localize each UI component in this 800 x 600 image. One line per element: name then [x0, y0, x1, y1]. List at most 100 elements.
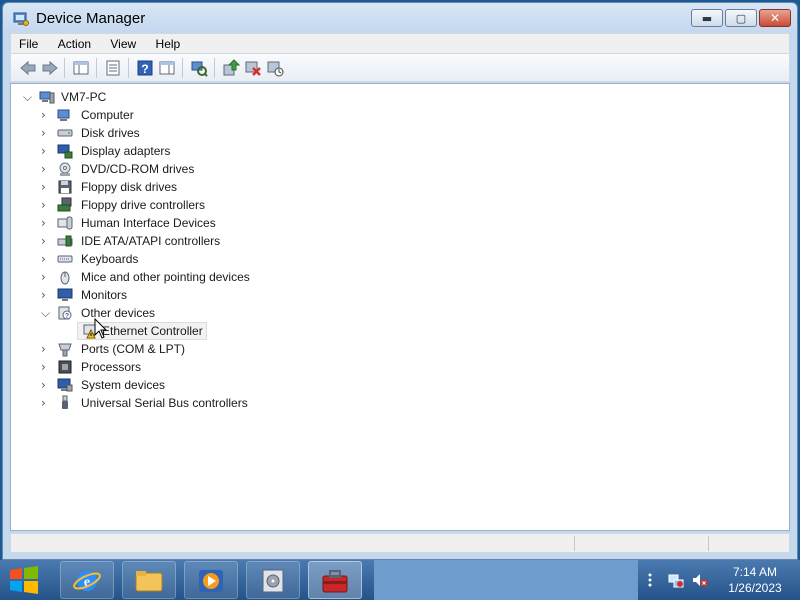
tree-item-label: Human Interface Devices — [81, 216, 216, 230]
properties-icon[interactable] — [104, 59, 122, 77]
tree-item[interactable]: › Ports (COM & LPT) — [41, 340, 441, 358]
forward-arrow-icon[interactable] — [41, 59, 59, 77]
expand-chevron-icon[interactable]: › — [41, 376, 53, 394]
taskbar-media-player[interactable] — [184, 561, 238, 599]
help-icon[interactable]: ? — [136, 59, 154, 77]
floppy-controller-icon — [57, 197, 72, 212]
update-driver-icon[interactable] — [222, 59, 240, 77]
taskbar-disk-utility[interactable] — [246, 561, 300, 599]
taskbar-internet-explorer[interactable]: e — [60, 561, 114, 599]
port-icon — [58, 343, 72, 357]
computer-icon — [39, 91, 55, 104]
expand-chevron-icon[interactable]: › — [41, 250, 53, 268]
expand-chevron-icon[interactable]: › — [41, 196, 53, 214]
show-hidden-icons-icon[interactable] — [646, 572, 654, 588]
expand-chevron-icon[interactable]: › — [41, 232, 53, 250]
expand-chevron-icon[interactable]: › — [41, 340, 53, 358]
scan-hardware-changes-icon[interactable] — [190, 59, 208, 77]
title-bar[interactable]: Device Manager ▬ ▢ ✕ — [3, 3, 797, 33]
tree-item[interactable]: › Keyboards — [41, 250, 441, 268]
device-manager-window: Device Manager ▬ ▢ ✕ File Action View He… — [2, 2, 798, 560]
clock[interactable]: 7:14 AM 1/26/2023 — [720, 564, 790, 596]
expand-chevron-icon[interactable]: › — [41, 124, 53, 142]
maximize-button[interactable]: ▢ — [725, 9, 757, 27]
expand-chevron-icon[interactable]: › — [41, 214, 53, 232]
device-manager-app-icon — [13, 12, 29, 26]
tree-item-label: Ethernet Controller — [102, 324, 203, 338]
system-tray: 7:14 AM 1/26/2023 — [640, 560, 800, 600]
tree-item[interactable]: › IDE ATA/ATAPI controllers — [41, 232, 441, 250]
processor-icon — [58, 360, 72, 374]
volume-muted-icon[interactable] — [692, 572, 708, 588]
toolbar: ? — [10, 54, 790, 82]
tree-item-label: System devices — [81, 378, 166, 392]
tree-item[interactable]: › Human Interface Devices — [41, 214, 441, 232]
disk-utility-icon — [262, 569, 284, 593]
menu-action[interactable]: Action — [50, 34, 99, 51]
usb-icon — [62, 395, 68, 409]
device-tree[interactable]: ⌵ VM7-PC › Computer › Disk drives › Disp… — [10, 83, 790, 531]
tree-item[interactable]: › System devices — [41, 376, 441, 394]
tree-root[interactable]: ⌵ VM7-PC — [23, 88, 323, 106]
internet-explorer-icon: e — [73, 571, 101, 591]
tree-item[interactable]: › Monitors — [41, 286, 441, 304]
back-arrow-icon[interactable] — [19, 59, 37, 77]
expand-chevron-icon[interactable]: › — [41, 178, 53, 196]
expand-chevron-icon[interactable]: › — [41, 358, 53, 376]
menu-file[interactable]: File — [11, 34, 46, 51]
network-icon[interactable] — [668, 572, 684, 588]
tree-item[interactable]: › Disk drives — [41, 124, 441, 142]
mouse-icon — [60, 271, 70, 285]
mouse-cursor-icon — [94, 318, 108, 339]
tree-item[interactable]: › Floppy disk drives — [41, 178, 441, 196]
show-hide-console-tree-icon[interactable] — [72, 59, 90, 77]
disable-device-icon[interactable] — [266, 59, 284, 77]
taskbar-windows-explorer[interactable] — [122, 561, 176, 599]
display-adapter-icon — [57, 144, 73, 159]
close-button[interactable]: ✕ — [759, 9, 791, 27]
expand-chevron-icon[interactable]: › — [41, 286, 53, 304]
taskbar-empty-area — [374, 560, 638, 600]
expand-chevron-icon[interactable]: › — [41, 106, 53, 124]
expand-chevron-icon[interactable]: › — [41, 160, 53, 178]
toolbox-icon — [322, 570, 348, 593]
tree-item[interactable]: › Display adapters — [41, 142, 441, 160]
menu-help[interactable]: Help — [148, 34, 189, 51]
windows-logo-icon — [10, 566, 38, 594]
system-devices-icon — [57, 378, 73, 392]
tree-item-label: Floppy disk drives — [81, 180, 178, 194]
tree-item[interactable]: › Mice and other pointing devices — [41, 268, 441, 286]
keyboard-icon — [57, 255, 73, 263]
ide-controller-icon — [57, 235, 73, 247]
tree-item-label: Other devices — [81, 306, 156, 320]
minimize-button[interactable]: ▬ — [691, 9, 723, 27]
taskbar: e 7:14 AM 1/26/2023 — [0, 560, 800, 600]
start-button[interactable] — [6, 564, 42, 596]
clock-time: 7:14 AM — [732, 565, 778, 579]
expand-chevron-icon[interactable]: › — [41, 142, 53, 160]
collapse-chevron-icon[interactable]: ⌵ — [41, 304, 53, 322]
windows-explorer-icon — [135, 571, 163, 592]
menu-view[interactable]: View — [102, 34, 144, 51]
tree-item[interactable]: › Floppy drive controllers — [41, 196, 441, 214]
unknown-device-icon: ? — [58, 306, 72, 320]
tree-item-label: Universal Serial Bus controllers — [81, 396, 248, 410]
taskbar-toolbox[interactable] — [308, 561, 362, 599]
tree-item-label: Monitors — [81, 288, 128, 302]
disk-drive-icon — [57, 129, 73, 137]
collapse-chevron-icon[interactable]: ⌵ — [23, 88, 35, 106]
uninstall-device-icon[interactable] — [244, 59, 262, 77]
tree-item[interactable]: › Processors — [41, 358, 441, 376]
expand-chevron-icon[interactable]: › — [41, 394, 53, 412]
monitor-icon — [57, 288, 73, 301]
svg-text:?: ? — [65, 313, 69, 320]
expand-chevron-icon[interactable]: › — [41, 268, 53, 286]
computer-icon — [57, 109, 70, 121]
dvd-icon — [59, 162, 71, 176]
tree-item[interactable]: › Universal Serial Bus controllers — [41, 394, 441, 412]
tree-item[interactable]: › Computer — [41, 106, 441, 124]
tree-item-label: Computer — [81, 108, 134, 122]
tree-item[interactable]: › DVD/CD-ROM drives — [41, 160, 441, 178]
show-action-pane-icon[interactable] — [158, 59, 176, 77]
maximize-icon: ▢ — [735, 11, 747, 25]
